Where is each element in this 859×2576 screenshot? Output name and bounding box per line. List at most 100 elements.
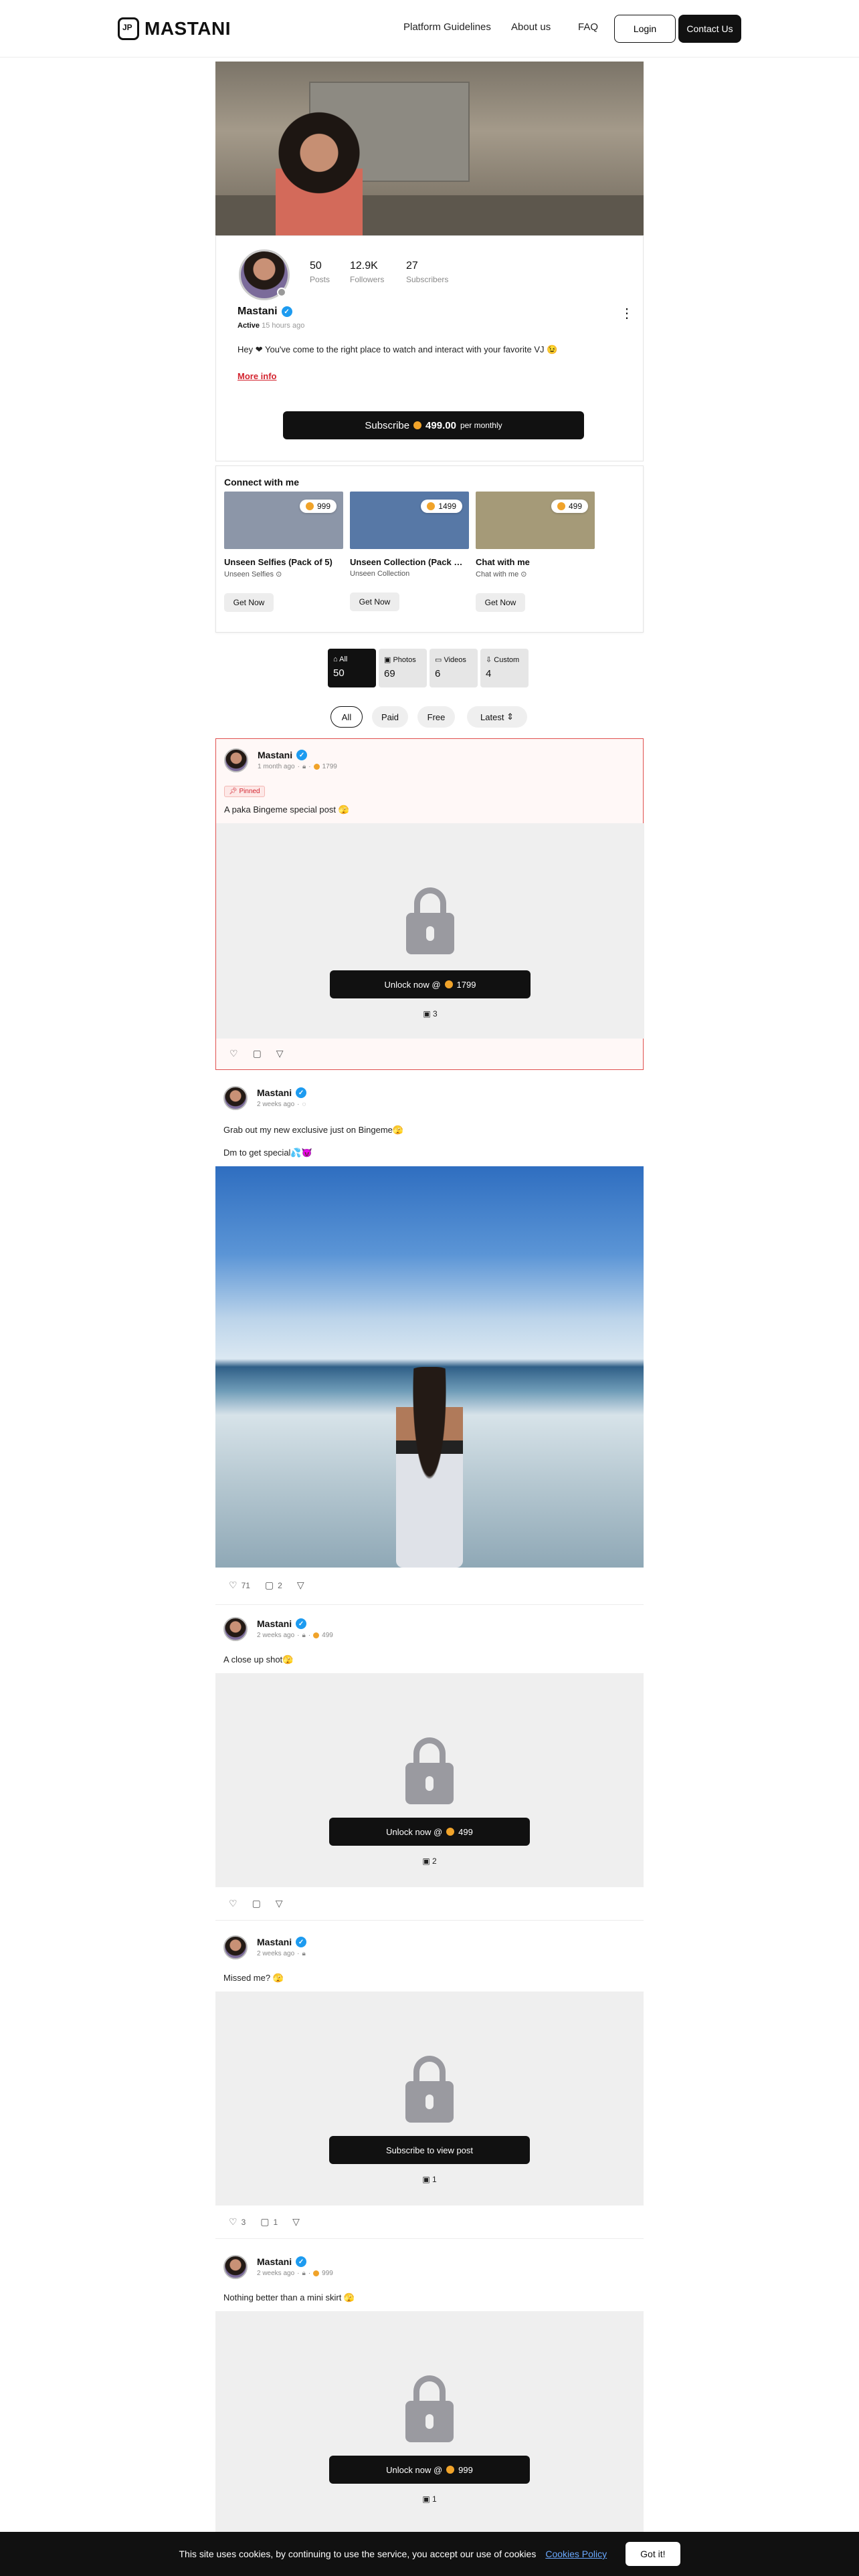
product-card[interactable]: 499 Chat with me Chat with me ⊙ Get Now (476, 492, 595, 612)
locked-media: Unlock now @ 1799 ▣ 3 (216, 823, 644, 1039)
like-icon[interactable]: ♡ (229, 1048, 238, 1059)
like-icon[interactable]: ♡ 71 (229, 1580, 250, 1591)
comment-icon[interactable]: ▢ (252, 1898, 261, 1909)
contact-us-button[interactable]: Contact Us (678, 15, 741, 43)
stat-subscribers-label: Subscribers (406, 275, 449, 284)
logo-icon (118, 17, 139, 40)
got-it-button[interactable]: Got it! (626, 2542, 680, 2566)
like-icon[interactable]: ♡ (229, 1898, 237, 1909)
post-text: Dm to get special💦😈 (223, 1148, 312, 1158)
image-icon: ▣ (422, 2494, 430, 2504)
cookies-policy-link[interactable]: Cookies Policy (545, 2549, 607, 2559)
post-image[interactable] (215, 1166, 644, 1568)
share-icon[interactable]: ▽ (276, 1048, 284, 1059)
active-time: 15 hours ago (262, 322, 305, 330)
avatar[interactable] (223, 1617, 248, 1641)
login-button[interactable]: Login (614, 15, 676, 43)
post-actions: ♡ 71 ▢ 2 ▽ (229, 1580, 304, 1591)
subscribe-button[interactable]: Subscribe 499.00 per monthly (283, 411, 584, 439)
brand-name: MASTANI (145, 18, 231, 39)
stat-followers-count: 12.9K (350, 260, 378, 272)
subscribe-to-view-button[interactable]: Subscribe to view post (329, 2136, 530, 2164)
get-now-button[interactable]: Get Now (350, 593, 399, 611)
unlock-label: Unlock now @ (386, 2464, 443, 2475)
filter-all[interactable]: All (330, 706, 363, 728)
brand-logo[interactable]: MASTANI (118, 17, 231, 40)
media-count: ▣ 1 (215, 2494, 644, 2504)
stat-posts-count: 50 (310, 260, 322, 272)
post-actions: ♡ 3 ▢ 1 ▽ (229, 2216, 300, 2228)
like-icon[interactable]: ♡ 3 (229, 2216, 246, 2228)
media-count-number: 2 (432, 1856, 437, 1866)
image-icon: ▣ (422, 1856, 430, 1866)
avatar[interactable] (223, 1086, 248, 1110)
share-icon[interactable]: ▽ (297, 1580, 304, 1591)
share-icon[interactable]: ▽ (292, 2216, 300, 2228)
share-icon[interactable]: ▽ (276, 1898, 283, 1909)
coin-icon (557, 502, 565, 510)
coin-icon (313, 1632, 320, 1638)
nav-about-us[interactable]: About us (511, 21, 551, 33)
post-meta: 1 month ago · 🔒︎ · 1799 (258, 763, 337, 770)
post-text: A paka Bingeme special post 🫣 (224, 804, 349, 815)
post-meta: 2 weeks ago · 🔒︎ · 999 (257, 2270, 333, 2277)
comment-icon[interactable]: ▢ 2 (265, 1580, 282, 1591)
sort-latest-select[interactable]: Latest ⇕ (467, 706, 527, 728)
avatar[interactable] (239, 249, 290, 300)
product-card[interactable]: 1499 Unseen Collection (Pack of 5) Unsee… (350, 492, 469, 611)
post-meta: 2 weeks ago · 🔒︎ (257, 1950, 306, 1957)
post-card: Mastani ✓ 2 weeks ago · 🔒︎ Missed me? 🫣 S… (215, 1926, 644, 2239)
sort-label: Latest (480, 712, 504, 722)
post-time: 2 weeks ago (257, 1950, 295, 1957)
tab-label: All (339, 655, 348, 663)
filter-free[interactable]: Free (417, 706, 455, 728)
stat-posts: 50 Posts (310, 260, 330, 284)
comment-count: 2 (278, 1580, 282, 1590)
unlock-button[interactable]: Unlock now @ 1799 (330, 970, 531, 998)
product-card[interactable]: 999 Unseen Selfies (Pack of 5) Unseen Se… (224, 492, 343, 612)
post-author: Mastani ✓ (257, 2256, 307, 2267)
video-icon: ▭ (435, 656, 442, 664)
post-author: Mastani ✓ (257, 1087, 307, 1098)
avatar[interactable] (223, 2255, 248, 2279)
stat-posts-label: Posts (310, 275, 330, 284)
connect-title: Connect with me (224, 477, 300, 488)
post-price: 999 (322, 2270, 333, 2277)
stat-followers-label: Followers (350, 275, 385, 284)
status-dot (277, 288, 286, 297)
like-count: 3 (241, 2217, 246, 2227)
tab-photos[interactable]: ▣ Photos 69 (379, 649, 427, 687)
tab-count: 6 (435, 668, 441, 679)
profile-card: 50 Posts 12.9K Followers 27 Subscribers … (215, 235, 644, 461)
avatar[interactable] (223, 1935, 248, 1959)
post-author: Mastani ✓ (257, 1937, 307, 1947)
nav-platform-guidelines[interactable]: Platform Guidelines (403, 21, 491, 33)
tab-videos[interactable]: ▭ Videos 6 (430, 649, 478, 687)
profile-name-text: Mastani (237, 306, 278, 317)
get-now-button[interactable]: Get Now (224, 593, 274, 612)
lock-icon: ⊙ (520, 570, 527, 578)
profile-name: Mastani ✓ (237, 306, 292, 318)
more-info-link[interactable]: More info (237, 371, 277, 381)
comment-icon[interactable]: ▢ (253, 1048, 262, 1059)
subscribe-label: Subscribe (365, 419, 410, 431)
get-now-button[interactable]: Get Now (476, 593, 525, 612)
comment-icon[interactable]: ▢ 1 (260, 2216, 278, 2228)
unlock-button[interactable]: Unlock now @ 999 (329, 2456, 530, 2484)
post-card: Mastani ✓ 2 weeks ago · 🔒︎ · 499 A close … (215, 1608, 644, 1921)
avatar[interactable] (224, 748, 248, 772)
filter-paid[interactable]: Paid (372, 706, 408, 728)
sort-arrows-icon: ⇕ (506, 712, 514, 722)
post-text: Missed me? 🫣 (223, 1973, 284, 1983)
post-author-name: Mastani (257, 1087, 292, 1098)
unlock-button[interactable]: Unlock now @ 499 (329, 1818, 530, 1846)
tab-custom[interactable]: ⇩ Custom 4 (480, 649, 529, 687)
product-title: Unseen Selfies (Pack of 5) (224, 557, 332, 567)
post-text: A close up shot🫣 (223, 1654, 294, 1665)
media-count: ▣ 3 (216, 1009, 644, 1018)
lock-icon (405, 1737, 454, 1804)
product-price-badge: 999 (299, 500, 337, 513)
nav-faq[interactable]: FAQ (578, 21, 598, 33)
tab-all[interactable]: ⌂ All 50 (328, 649, 376, 687)
more-options-icon[interactable]: ⋮ (620, 307, 634, 320)
